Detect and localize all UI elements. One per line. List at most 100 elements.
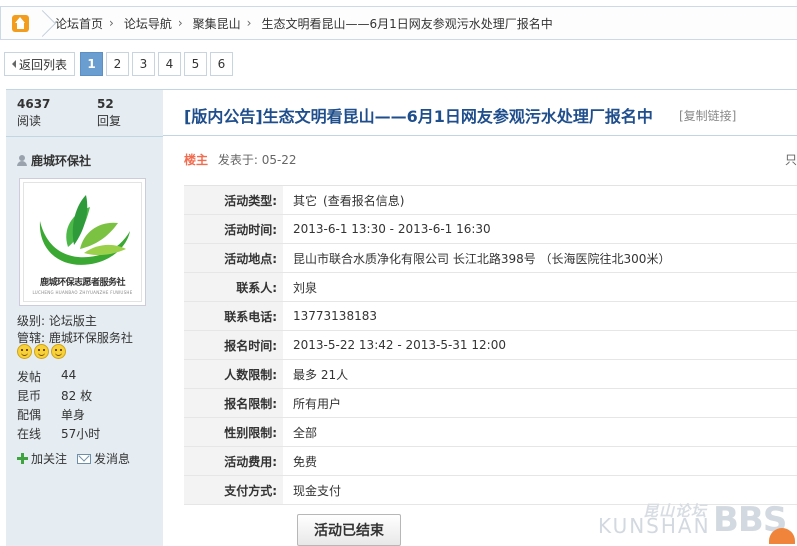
- activity-key: 性别限制:: [184, 418, 283, 446]
- activity-row-contact: 联系人: 刘泉: [184, 273, 797, 302]
- activity-key: 活动地点:: [184, 244, 283, 272]
- follow-label: 加关注: [31, 452, 68, 466]
- replies-label: 回复: [97, 114, 122, 128]
- activity-key: 人数限制:: [184, 360, 283, 388]
- follow-button[interactable]: 加关注: [17, 450, 67, 467]
- activity-row-signup-time: 报名时间: 2013-5-22 13:42 - 2013-5-31 12:00: [184, 331, 797, 360]
- thread-stats: 4637 阅读 52 回复: [6, 90, 163, 137]
- activity-value: 2013-5-22 13:42 - 2013-5-31 12:00: [293, 338, 506, 352]
- author-actions: 加关注 发消息: [17, 450, 130, 467]
- view-author-only-link[interactable]: 只: [785, 151, 797, 168]
- post-date: 发表于: 05-22: [217, 153, 297, 167]
- author-field-spouse: 配偶 单身: [17, 406, 85, 423]
- smiley-icon: [34, 344, 49, 359]
- views-stat: 4637 阅读: [17, 97, 50, 129]
- smiley-icon: [17, 344, 32, 359]
- activity-key: 活动费用:: [184, 447, 283, 475]
- replies-stat: 52 回复: [97, 97, 121, 129]
- activity-row-location: 活动地点: 昆山市联合水质净化有限公司 长江北路398号 （长海医院往北300米…: [184, 244, 797, 273]
- breadcrumb-forum-home[interactable]: 论坛首页: [49, 15, 105, 32]
- send-message-label: 发消息: [94, 452, 131, 466]
- back-to-list-button[interactable]: 返回列表: [4, 52, 75, 76]
- watermark-orange-icon: [769, 528, 795, 544]
- page-button-4[interactable]: 4: [158, 52, 181, 76]
- activity-row-phone: 联系电话: 13773138183: [184, 302, 797, 331]
- activity-info-table: 活动类型: 其它 (查看报名信息) 活动时间: 2013-6-1 13:30 -…: [184, 185, 797, 505]
- activity-value: 免费: [293, 454, 318, 469]
- watermark-en: KUNSHAN: [598, 514, 711, 538]
- field-value: 单身: [61, 408, 86, 422]
- original-poster-badge: 楼主: [184, 153, 209, 167]
- copy-link-button[interactable]: [复制链接]: [679, 107, 736, 124]
- activity-ended-button[interactable]: 活动已结束: [297, 514, 401, 546]
- site-watermark: 昆山论坛 KUNSHAN BBS: [598, 498, 797, 546]
- thread-header: [版内公告]生态文明看昆山——6月1日网友参观污水处理厂报名中 [复制链接]: [163, 89, 797, 136]
- avatar[interactable]: 鹿城环保志愿者服务社 LUCHENG HUANBAO ZHIYUANZHE FU…: [19, 178, 146, 306]
- field-value: 82 枚: [61, 389, 93, 403]
- field-value: 44: [61, 368, 77, 382]
- breadcrumb-arrow: ›: [246, 16, 252, 30]
- activity-row-fee: 活动费用: 免费: [184, 447, 797, 476]
- field-key: 在线: [17, 427, 42, 441]
- field-value: 57小时: [61, 427, 101, 441]
- author-name[interactable]: 鹿城环保社: [17, 152, 91, 169]
- breadcrumb-arrow: ›: [177, 16, 183, 30]
- field-key: 配偶: [17, 408, 42, 422]
- medal-row: [17, 344, 66, 359]
- breadcrumb-thread[interactable]: 生态文明看昆山——6月1日网友参观污水处理厂报名中: [255, 15, 554, 32]
- avatar-subtitle: LUCHENG HUANBAO ZHIYUANZHE FUWUSHE: [32, 290, 133, 295]
- breadcrumb-divider: [39, 7, 49, 39]
- page-button-6[interactable]: 6: [210, 52, 233, 76]
- mail-icon: [77, 453, 92, 464]
- page-button-2[interactable]: 2: [106, 52, 129, 76]
- author-sidebar: 4637 阅读 52 回复 鹿城环保社 鹿城环保志愿者服务社 LUCHENG H…: [6, 89, 163, 546]
- replies-count: 52: [97, 97, 114, 111]
- user-icon: [17, 155, 27, 166]
- breadcrumb-forum-nav[interactable]: 论坛导航: [118, 15, 174, 32]
- page-button-3[interactable]: 3: [132, 52, 155, 76]
- views-label: 阅读: [17, 114, 42, 128]
- breadcrumb: 论坛首页 › 论坛导航 › 聚集昆山 › 生态文明看昆山——6月1日网友参观污水…: [0, 6, 797, 40]
- activity-type-value: 其它: [293, 193, 318, 208]
- activity-value: 所有用户: [293, 396, 342, 411]
- plus-icon: [17, 453, 28, 464]
- activity-row-headcount: 人数限制: 最多 21人: [184, 360, 797, 389]
- post-meta: 楼主 发表于: 05-22: [184, 151, 297, 168]
- activity-value: 13773138183: [293, 309, 377, 323]
- send-message-button[interactable]: 发消息: [77, 450, 130, 467]
- activity-value: 现金支付: [293, 483, 342, 498]
- activity-key: 支付方式:: [184, 476, 283, 504]
- field-key: 昆币: [17, 389, 42, 403]
- back-to-list-label: 返回列表: [18, 57, 67, 72]
- activity-value: 其它 (查看报名信息): [283, 186, 404, 214]
- author-name-text: 鹿城环保社: [31, 154, 92, 168]
- author-level: 级别: 论坛版主: [17, 314, 97, 328]
- home-icon: [11, 14, 29, 32]
- views-count: 4637: [17, 97, 51, 111]
- activity-value: 昆山市联合水质净化有限公司 长江北路398号 （长海医院往北300米）: [293, 251, 671, 266]
- thread-title: [版内公告]生态文明看昆山——6月1日网友参观污水处理厂报名中: [184, 107, 653, 126]
- field-key: 发帖: [17, 370, 42, 384]
- activity-row-time: 活动时间: 2013-6-1 13:30 - 2013-6-1 16:30: [184, 215, 797, 244]
- page-button-5[interactable]: 5: [184, 52, 207, 76]
- author-field-posts: 发帖 44: [17, 368, 76, 385]
- view-signup-info-link[interactable]: (查看报名信息): [323, 192, 404, 209]
- smiley-icon: [51, 344, 66, 359]
- avatar-title: 鹿城环保志愿者服务社: [39, 278, 126, 288]
- activity-value: 全部: [293, 425, 318, 440]
- page-button-1[interactable]: 1: [80, 52, 103, 76]
- author-field-online: 在线 57小时: [17, 425, 100, 442]
- avatar-logo: 鹿城环保志愿者服务社 LUCHENG HUANBAO ZHIYUANZHE FU…: [23, 182, 142, 302]
- activity-row-signup-limit: 报名限制: 所有用户: [184, 389, 797, 418]
- activity-row-gender: 性别限制: 全部: [184, 418, 797, 447]
- activity-key: 联系人:: [184, 273, 283, 301]
- activity-key: 报名限制:: [184, 389, 283, 417]
- pagination: 返回列表 1 2 3 4 5 6: [4, 52, 233, 76]
- activity-key: 联系电话:: [184, 302, 283, 330]
- activity-value: 最多 21人: [293, 367, 349, 382]
- activity-key: 报名时间:: [184, 331, 283, 359]
- author-field-coins: 昆币 82 枚: [17, 387, 92, 404]
- activity-key: 活动类型:: [184, 186, 283, 214]
- breadcrumb-arrow: ›: [109, 16, 114, 30]
- breadcrumb-section[interactable]: 聚集昆山: [187, 15, 243, 32]
